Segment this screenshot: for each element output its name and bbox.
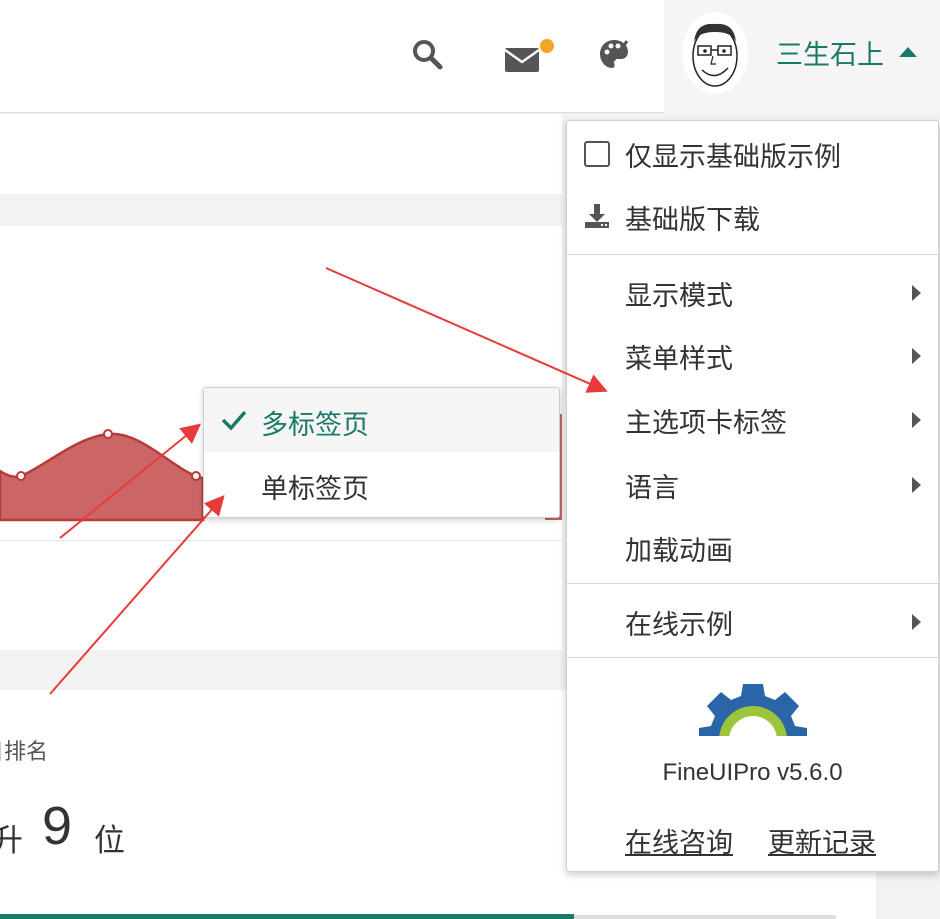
- notification-badge: [540, 39, 554, 53]
- rank-suffix: 位: [94, 823, 125, 859]
- submenu-item-multi-tab[interactable]: 多标签页: [204, 388, 559, 452]
- submenu-item-label: 多标签页: [261, 410, 369, 441]
- area-series: [0, 432, 205, 522]
- chevron-right-icon: [912, 477, 921, 493]
- menu-item-label: 语言: [625, 473, 679, 504]
- download-icon: [585, 204, 609, 228]
- menu-divider: [567, 254, 938, 255]
- search-button[interactable]: [403, 30, 451, 78]
- tab-style-submenu: 多标签页 单标签页: [203, 387, 560, 518]
- checkbox-icon[interactable]: [584, 141, 610, 167]
- menu-item-label: 加载动画: [625, 536, 733, 567]
- tab-strip-panel: [0, 114, 562, 194]
- menu-item-label: 菜单样式: [625, 344, 733, 375]
- rank-label: 日排名: [0, 740, 49, 765]
- user-menu-toggle[interactable]: 三生石上: [664, 0, 940, 113]
- version-label: FineUIPro v5.6.0: [662, 759, 843, 786]
- mail-button[interactable]: [498, 30, 554, 78]
- menu-item-label: 基础版下载: [625, 205, 760, 236]
- menu-divider: [567, 657, 938, 658]
- fineui-logo: [694, 676, 812, 736]
- theme-button[interactable]: [590, 30, 638, 78]
- changelog-link[interactable]: 更新记录: [768, 821, 876, 860]
- rank-prefix: 升: [0, 823, 23, 859]
- search-icon: [413, 40, 443, 70]
- panel-divider: [0, 540, 562, 541]
- progress-track: [574, 915, 836, 919]
- user-dropdown-menu: 仅显示基础版示例 基础版下载 显示模式 菜单样式 主选项卡标签 语言 加载动画 …: [566, 120, 939, 872]
- chevron-right-icon: [912, 614, 921, 630]
- online-consult-link[interactable]: 在线咨询: [625, 821, 733, 860]
- chevron-right-icon: [912, 412, 921, 428]
- menu-item-label: 仅显示基础版示例: [625, 142, 841, 173]
- chevron-right-icon: [912, 348, 921, 364]
- submenu-item-label: 单标签页: [261, 474, 369, 505]
- submenu-item-single-tab[interactable]: 单标签页: [204, 452, 559, 516]
- data-point: [191, 471, 201, 481]
- chevron-right-icon: [912, 285, 921, 301]
- avatar: [682, 12, 748, 94]
- menu-item-menu-style[interactable]: 菜单样式: [567, 323, 938, 385]
- data-point: [103, 429, 113, 439]
- data-point: [16, 471, 26, 481]
- menu-item-language[interactable]: 语言: [567, 452, 938, 514]
- menu-item-label: 主选项卡标签: [625, 408, 787, 439]
- menu-item-online-examples[interactable]: 在线示例: [567, 589, 938, 651]
- menu-item-label: 在线示例: [625, 610, 733, 641]
- theme-icon: [600, 40, 629, 68]
- menu-divider: [567, 583, 938, 584]
- mail-icon: [504, 48, 540, 72]
- rank-value: 9: [42, 796, 73, 856]
- menu-item-show-basic-only[interactable]: 仅显示基础版示例: [567, 121, 938, 183]
- progress-bar: [0, 914, 574, 919]
- menu-item-loading-animation[interactable]: 加载动画: [567, 515, 938, 577]
- check-icon: [221, 410, 247, 431]
- menu-item-basic-download[interactable]: 基础版下载: [567, 184, 938, 246]
- menu-item-label: 显示模式: [625, 281, 733, 312]
- user-name[interactable]: 三生石上: [776, 33, 884, 72]
- top-header: 三生石上: [0, 0, 940, 113]
- caret-up-icon: [899, 47, 917, 57]
- menu-item-main-tab-label[interactable]: 主选项卡标签: [567, 387, 938, 449]
- menu-item-display-mode[interactable]: 显示模式: [567, 260, 938, 322]
